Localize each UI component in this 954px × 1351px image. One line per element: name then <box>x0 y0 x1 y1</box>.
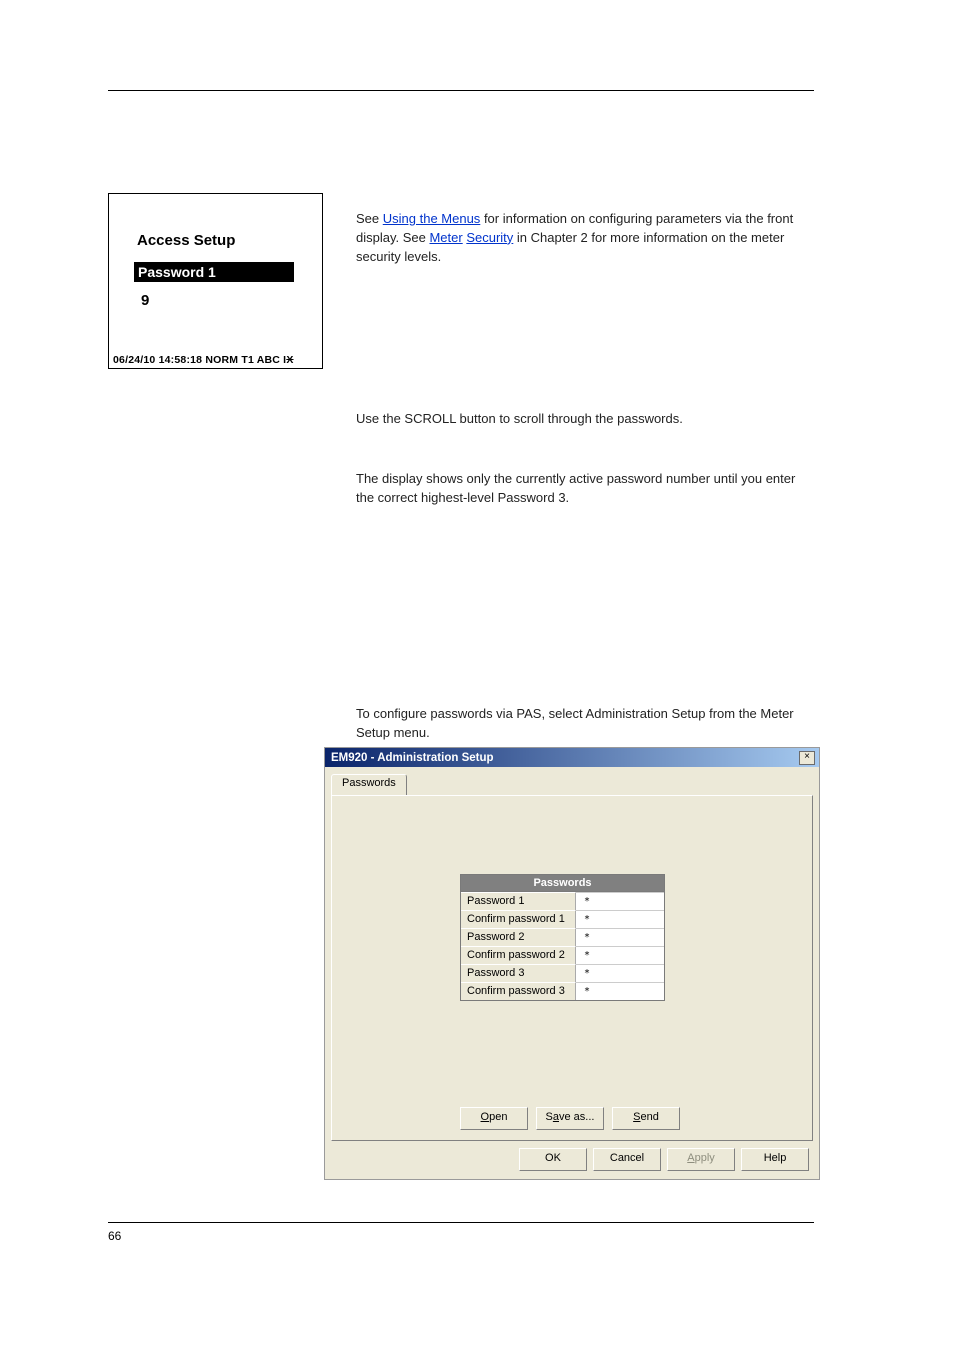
step-3: To configure passwords via PAS, select A… <box>356 705 814 743</box>
dialog-title: EM920 - Administration Setup <box>331 752 799 764</box>
tab-passwords[interactable]: Passwords <box>331 774 407 796</box>
page-number: 66 <box>108 1229 121 1243</box>
grid-row: Password 1 <box>461 892 664 910</box>
bottom-rule <box>108 1222 814 1223</box>
passwords-grid: Passwords Password 1 Confirm password 1 … <box>460 874 665 1001</box>
dialog-titlebar: EM920 - Administration Setup × <box>325 748 819 767</box>
close-icon[interactable]: × <box>799 751 815 765</box>
link-using-menus[interactable]: Using the Menus <box>383 211 481 226</box>
row-label: Password 1 <box>461 892 576 910</box>
row-label: Confirm password 2 <box>461 946 576 964</box>
dialog-button-row-2: OK Cancel Apply Help <box>519 1148 809 1171</box>
row-label: Confirm password 1 <box>461 910 576 928</box>
row-label: Password 3 <box>461 964 576 982</box>
lcd-password-value: 9 <box>141 292 149 309</box>
passwords-grid-header: Passwords <box>461 875 664 892</box>
row-label: Password 2 <box>461 928 576 946</box>
grid-row: Confirm password 3 <box>461 982 664 1000</box>
intro-pre: See <box>356 211 383 226</box>
tab-strip: Passwords <box>331 774 407 796</box>
link-meter[interactable]: Meter <box>429 230 462 245</box>
lcd-title: Access Setup <box>137 232 235 249</box>
link-security[interactable]: Security <box>466 230 513 245</box>
lcd-password-label: Password 1 <box>134 262 294 282</box>
confirm-password-3-input[interactable] <box>582 985 658 998</box>
open-button[interactable]: Open <box>460 1107 528 1130</box>
row-label: Confirm password 3 <box>461 982 576 1000</box>
grid-row: Confirm password 1 <box>461 910 664 928</box>
grid-row: Confirm password 2 <box>461 946 664 964</box>
lcd-status-text: 06/24/10 14:58:18 NORM T1 ABC I <box>113 354 286 366</box>
step-1: Use the SCROLL button to scroll through … <box>356 410 814 429</box>
lcd-status-x: X <box>286 354 293 366</box>
confirm-password-2-input[interactable] <box>582 949 658 962</box>
save-as-button[interactable]: Save as... <box>536 1107 604 1130</box>
cancel-button[interactable]: Cancel <box>593 1148 661 1171</box>
confirm-password-1-input[interactable] <box>582 913 658 926</box>
top-rule <box>108 90 814 91</box>
apply-button: Apply <box>667 1148 735 1171</box>
send-button[interactable]: Send <box>612 1107 680 1130</box>
grid-row: Password 2 <box>461 928 664 946</box>
lcd-status-bar: 06/24/10 14:58:18 NORM T1 ABC IX <box>113 354 294 366</box>
dialog-button-row-1: Open Save as... Send <box>460 1107 680 1130</box>
password-3-input[interactable] <box>582 967 658 980</box>
step-2: The display shows only the currently act… <box>356 470 814 508</box>
password-2-input[interactable] <box>582 931 658 944</box>
help-button[interactable]: Help <box>741 1148 809 1171</box>
admin-setup-dialog: EM920 - Administration Setup × Passwords… <box>324 747 820 1180</box>
grid-row: Password 3 <box>461 964 664 982</box>
lcd-panel: Access Setup Password 1 9 06/24/10 14:58… <box>108 193 323 369</box>
intro-paragraph: See Using the Menus for information on c… <box>356 210 814 267</box>
tab-panel: Passwords Password 1 Confirm password 1 … <box>331 795 813 1141</box>
ok-button[interactable]: OK <box>519 1148 587 1171</box>
password-1-input[interactable] <box>582 895 658 908</box>
